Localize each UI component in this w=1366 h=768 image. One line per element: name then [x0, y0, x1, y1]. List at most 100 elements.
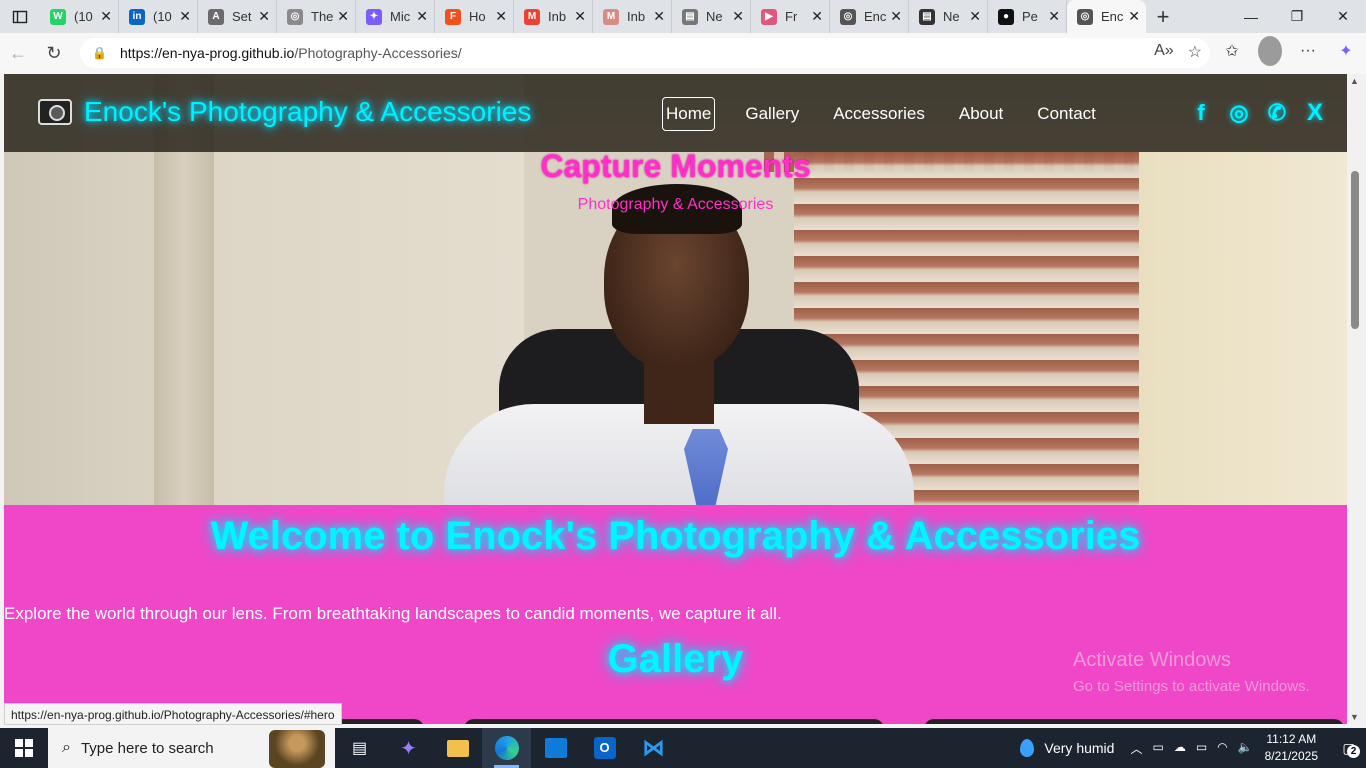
browser-tab[interactable]: ✦ Mic ✕	[356, 0, 435, 33]
address-bar[interactable]: 🔒 https://en-nya-prog.github.io/Photogra…	[80, 38, 1210, 68]
back-button[interactable]: ←	[0, 36, 36, 72]
close-tab-icon[interactable]: ✕	[1048, 8, 1060, 25]
settings-icon: A	[208, 8, 224, 25]
file-explorer-button[interactable]	[433, 728, 482, 768]
close-tab-icon[interactable]: ✕	[890, 8, 902, 25]
chevron-up-icon[interactable]: ︿	[1130, 740, 1142, 757]
copilot-icon: ✦	[366, 8, 382, 25]
refresh-button[interactable]: ↻	[36, 36, 72, 72]
tab-actions-button[interactable]	[0, 0, 40, 33]
copilot-taskbar-icon: ✦	[400, 737, 417, 760]
browser-tab[interactable]: W (10 ✕	[40, 0, 119, 33]
hero-section: Enock's Photography & Accessories Home G…	[4, 74, 1347, 505]
clock[interactable]: 11:12 AM 8/21/2025	[1265, 731, 1318, 765]
welcome-heading: Welcome to Enock's Photography & Accesso…	[210, 514, 1141, 558]
close-tab-icon[interactable]: ✕	[969, 8, 981, 25]
hero-title: Capture Moments	[540, 148, 811, 184]
outlook-icon: O	[593, 737, 616, 759]
whatsapp-icon[interactable]: ✆	[1266, 100, 1288, 126]
x-twitter-icon[interactable]: X	[1304, 99, 1326, 127]
browser-tab[interactable]: in (10 ✕	[119, 0, 198, 33]
nav-accessories[interactable]: Accessories	[829, 97, 929, 131]
url-path: /Photography-Accessories/	[294, 45, 462, 61]
weather-widget[interactable]: Very humid	[1020, 739, 1114, 757]
edge-taskbar-button[interactable]	[482, 728, 531, 768]
close-window-button[interactable]: ✕	[1320, 0, 1366, 33]
close-tab-icon[interactable]: ✕	[100, 8, 112, 25]
whatsapp-icon: W	[50, 8, 66, 25]
globe-icon: ◎	[1077, 8, 1093, 25]
favorites-icon[interactable]: ✩	[1220, 36, 1244, 66]
close-tab-icon[interactable]: ✕	[179, 8, 191, 25]
nav-about[interactable]: About	[955, 97, 1007, 131]
url-host: https://en-nya-prog.github.io	[120, 45, 295, 61]
instagram-icon[interactable]: ◎	[1228, 100, 1250, 126]
start-button[interactable]	[0, 728, 48, 768]
intro-text: Explore the world through our lens. From…	[4, 604, 782, 623]
browser-tab[interactable]: ▤ Ne ✕	[909, 0, 988, 33]
taskbar: ⌕ Type here to search ▤ ✦ O ⋈ Very humid…	[0, 728, 1366, 768]
weather-text: Very humid	[1044, 740, 1115, 756]
browser-tab[interactable]: ◎ Enc ✕	[830, 0, 909, 33]
page-scrollbar[interactable]: ▲ ▼	[1347, 74, 1366, 724]
browser-tab[interactable]: ● Pe ✕	[988, 0, 1067, 33]
minimize-button[interactable]: —	[1228, 0, 1274, 33]
cloud-icon[interactable]: ☁	[1174, 740, 1186, 757]
copilot-icon[interactable]: ✦	[1334, 36, 1358, 66]
browser-tab[interactable]: F Ho ✕	[435, 0, 514, 33]
close-tab-icon[interactable]: ✕	[416, 8, 428, 25]
taskbar-search[interactable]: ⌕ Type here to search	[48, 728, 335, 768]
battery-icon[interactable]: ▭	[1196, 740, 1207, 757]
favorite-star-icon[interactable]: ☆	[1188, 42, 1202, 62]
task-view-button[interactable]: ▤	[335, 728, 384, 768]
search-highlight-image[interactable]	[269, 730, 325, 768]
close-tab-icon[interactable]: ✕	[1128, 8, 1140, 25]
browser-tab[interactable]: M Inb ✕	[593, 0, 672, 33]
watermark-line2: Go to Settings to activate Windows.	[1073, 678, 1310, 695]
close-tab-icon[interactable]: ✕	[495, 8, 507, 25]
camera-tray-icon[interactable]: ▭	[1152, 740, 1163, 757]
restore-button[interactable]: ❐	[1274, 0, 1320, 33]
site-brand[interactable]: Enock's Photography & Accessories	[38, 96, 531, 128]
close-tab-icon[interactable]: ✕	[732, 8, 744, 25]
site-info-icon[interactable]: 🔒	[92, 46, 108, 60]
close-tab-icon[interactable]: ✕	[337, 8, 349, 25]
camera-icon	[38, 99, 72, 125]
outlook-button[interactable]: O	[580, 728, 629, 768]
web-page: Enock's Photography & Accessories Home G…	[4, 74, 1347, 724]
close-tab-icon[interactable]: ✕	[811, 8, 823, 25]
close-tab-icon[interactable]: ✕	[574, 8, 586, 25]
more-menu-icon[interactable]: ···	[1296, 36, 1320, 66]
read-aloud-icon[interactable]: A»	[1154, 42, 1174, 62]
store-button[interactable]	[531, 728, 580, 768]
new-tab-button[interactable]: +	[1146, 0, 1180, 33]
tab-title: Fr	[785, 9, 798, 24]
facebook-icon[interactable]: f	[1190, 100, 1212, 126]
nav-home[interactable]: Home	[662, 97, 716, 131]
notifications-button[interactable]: ▢ 2	[1332, 728, 1366, 768]
close-tab-icon[interactable]: ✕	[258, 8, 270, 25]
tab-title: The	[311, 9, 334, 24]
profile-avatar[interactable]	[1258, 36, 1282, 66]
tab-title: Set	[232, 9, 252, 24]
browser-tab[interactable]: ▤ Ne ✕	[672, 0, 751, 33]
browser-tab[interactable]: ▶ Fr ✕	[751, 0, 830, 33]
browser-tab[interactable]: A Set ✕	[198, 0, 277, 33]
volume-icon[interactable]: 🔈	[1238, 740, 1253, 757]
browser-toolbar: ✩ ··· ✦	[1220, 36, 1358, 66]
copilot-taskbar-button[interactable]: ✦	[384, 728, 433, 768]
address-bar-icons: A» ☆	[1154, 42, 1202, 62]
vscode-button[interactable]: ⋈	[629, 728, 678, 768]
task-view-icon: ▤	[351, 740, 368, 757]
nav-gallery[interactable]: Gallery	[741, 97, 803, 131]
scrollbar-thumb[interactable]	[1351, 171, 1359, 329]
linkedin-icon: in	[129, 8, 145, 25]
browser-tab[interactable]: ◎ The ✕	[277, 0, 356, 33]
browser-tab[interactable]: M Inb ✕	[514, 0, 593, 33]
status-url-tooltip: https://en-nya-prog.github.io/Photograph…	[4, 703, 342, 725]
browser-tab[interactable]: ◎ Enc ✕	[1067, 0, 1146, 33]
close-tab-icon[interactable]: ✕	[653, 8, 665, 25]
wifi-icon[interactable]: ◠	[1217, 740, 1227, 757]
nav-contact[interactable]: Contact	[1033, 97, 1100, 131]
window-controls: — ❐ ✕	[1228, 0, 1366, 33]
